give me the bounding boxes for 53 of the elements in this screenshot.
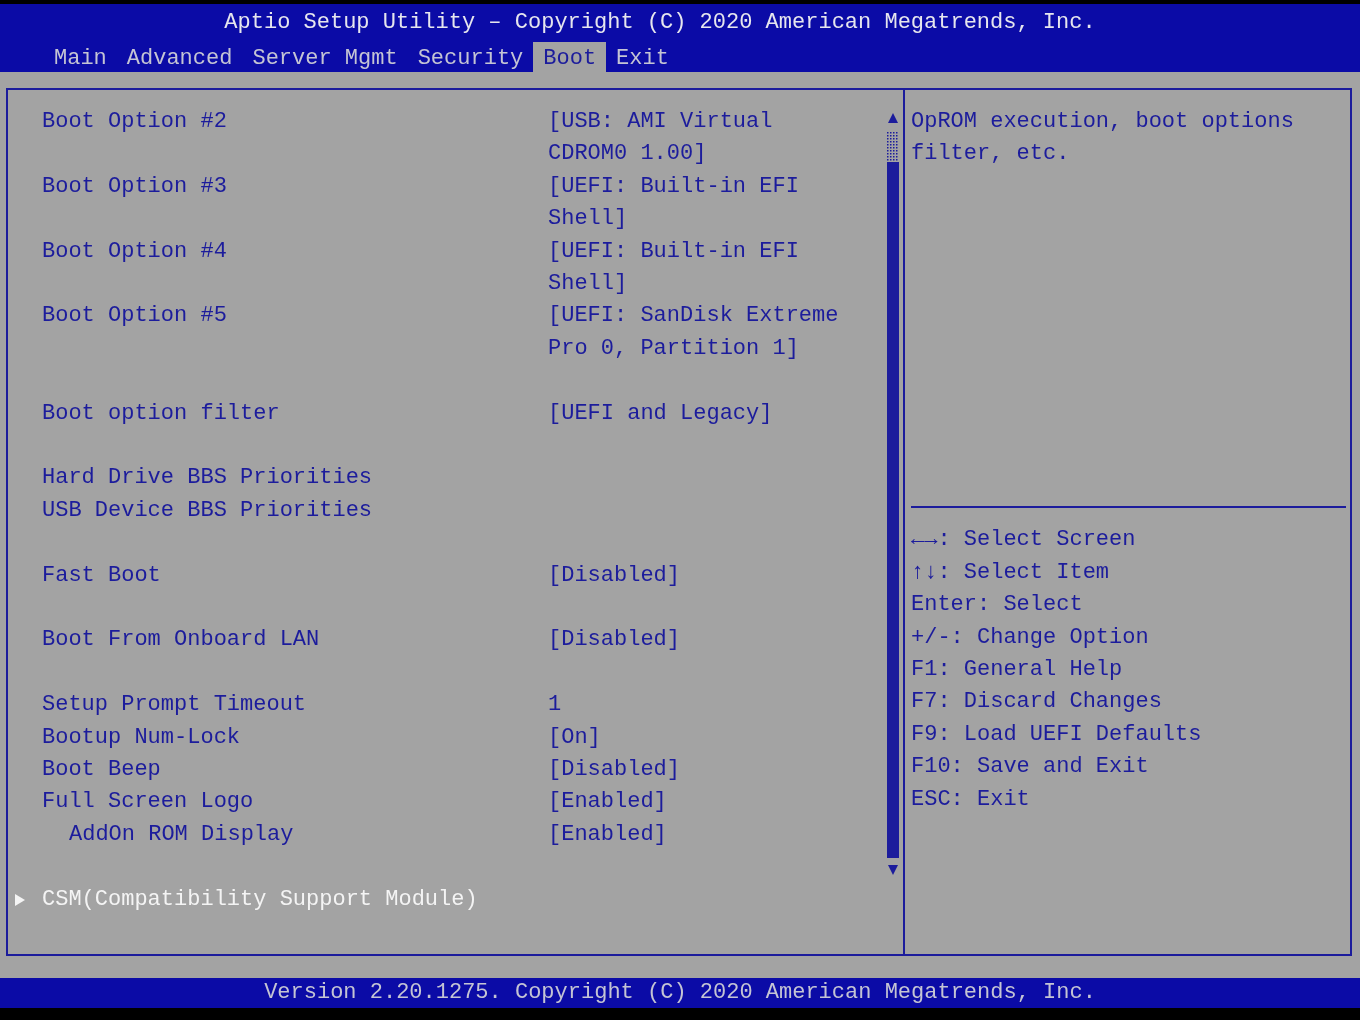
- key-hint: F1: General Help: [911, 655, 1124, 684]
- setting-value[interactable]: Shell]: [548, 203, 799, 236]
- setting-label[interactable]: Setup Prompt Timeout: [42, 689, 548, 722]
- key-hint: +/-: Change Option: [911, 623, 1150, 652]
- setting-label[interactable]: Boot Option #2: [42, 106, 548, 171]
- version-footer: Version 2.20.1275. Copyright (C) 2020 American Megatrends, Inc.: [0, 978, 1360, 1008]
- setting-value[interactable]: Shell]: [548, 268, 799, 301]
- help-text: filter, etc.: [911, 140, 1071, 169]
- setting-value[interactable]: [Disabled]: [548, 624, 681, 657]
- setting-value[interactable]: [UEFI and Legacy]: [548, 397, 773, 431]
- key-hint: F7: Discard Changes: [911, 688, 1163, 717]
- setting-value[interactable]: [On]: [548, 721, 601, 755]
- key-hint: ←→: Select Screen: [911, 526, 1137, 555]
- setting-label[interactable]: Boot Option #3: [42, 170, 548, 236]
- setting-label[interactable]: AddOn ROM Display: [42, 818, 548, 852]
- help-text: OpROM execution, boot options: [911, 108, 1295, 136]
- setting-value[interactable]: [Disabled]: [548, 559, 681, 593]
- scroll-down-icon[interactable]: [887, 864, 899, 876]
- setting-label[interactable]: USB Device BBS Priorities: [42, 494, 548, 528]
- setting-value[interactable]: Pro 0, Partition 1]: [548, 332, 839, 366]
- setting-value[interactable]: [UEFI: Built-in EFI: [548, 170, 799, 204]
- setting-value[interactable]: [USB: AMI Virtual: [548, 106, 773, 139]
- key-hint: ESC: Exit: [911, 785, 1031, 814]
- setting-label[interactable]: Full Screen Logo: [42, 786, 548, 819]
- menu-tab[interactable]: Advanced: [116, 42, 243, 72]
- setting-label[interactable]: Boot From Onboard LAN: [42, 624, 548, 657]
- setting-label[interactable]: Hard Drive BBS Priorities: [42, 462, 548, 495]
- setting-value[interactable]: [Disabled]: [548, 754, 681, 787]
- setting-label[interactable]: Fast Boot: [42, 559, 548, 593]
- setting-label[interactable]: Boot Beep: [42, 754, 548, 787]
- setting-label[interactable]: Bootup Num-Lock: [42, 721, 548, 755]
- menu-tab[interactable]: Boot: [533, 42, 607, 72]
- scroll-up-icon[interactable]: [887, 112, 899, 124]
- setting-value[interactable]: [Enabled]: [548, 786, 667, 819]
- window-title: Aptio Setup Utility – Copyright (C) 2020 American Megatrends, Inc.: [223, 9, 1097, 37]
- key-hint: F10: Save and Exit: [911, 753, 1150, 782]
- setting-value[interactable]: [UEFI: Built-in EFI: [548, 235, 799, 269]
- key-hint: ↑↓: Select Item: [911, 558, 1111, 587]
- menu-tab[interactable]: Main: [44, 42, 117, 72]
- setting-value[interactable]: [Enabled]: [548, 818, 667, 852]
- setting-label[interactable]: Boot option filter: [42, 397, 548, 431]
- menu-tab[interactable]: Security: [407, 42, 534, 72]
- setting-value[interactable]: CDROM0 1.00]: [548, 138, 773, 171]
- key-hint: Enter: Select: [911, 591, 1084, 620]
- setting-value[interactable]: 1: [548, 689, 562, 722]
- submenu-arrow-icon: [14, 892, 26, 907]
- setting-label[interactable]: Boot Option #4: [42, 235, 548, 301]
- scrollbar[interactable]: [887, 132, 899, 858]
- setting-value[interactable]: [UEFI: SanDisk Extreme: [548, 300, 839, 333]
- key-hint: F9: Load UEFI Defaults: [911, 720, 1203, 749]
- setting-label[interactable]: Boot Option #5: [42, 300, 548, 366]
- menu-tab[interactable]: Exit: [606, 42, 679, 72]
- menu-tab[interactable]: Server Mgmt: [242, 42, 408, 72]
